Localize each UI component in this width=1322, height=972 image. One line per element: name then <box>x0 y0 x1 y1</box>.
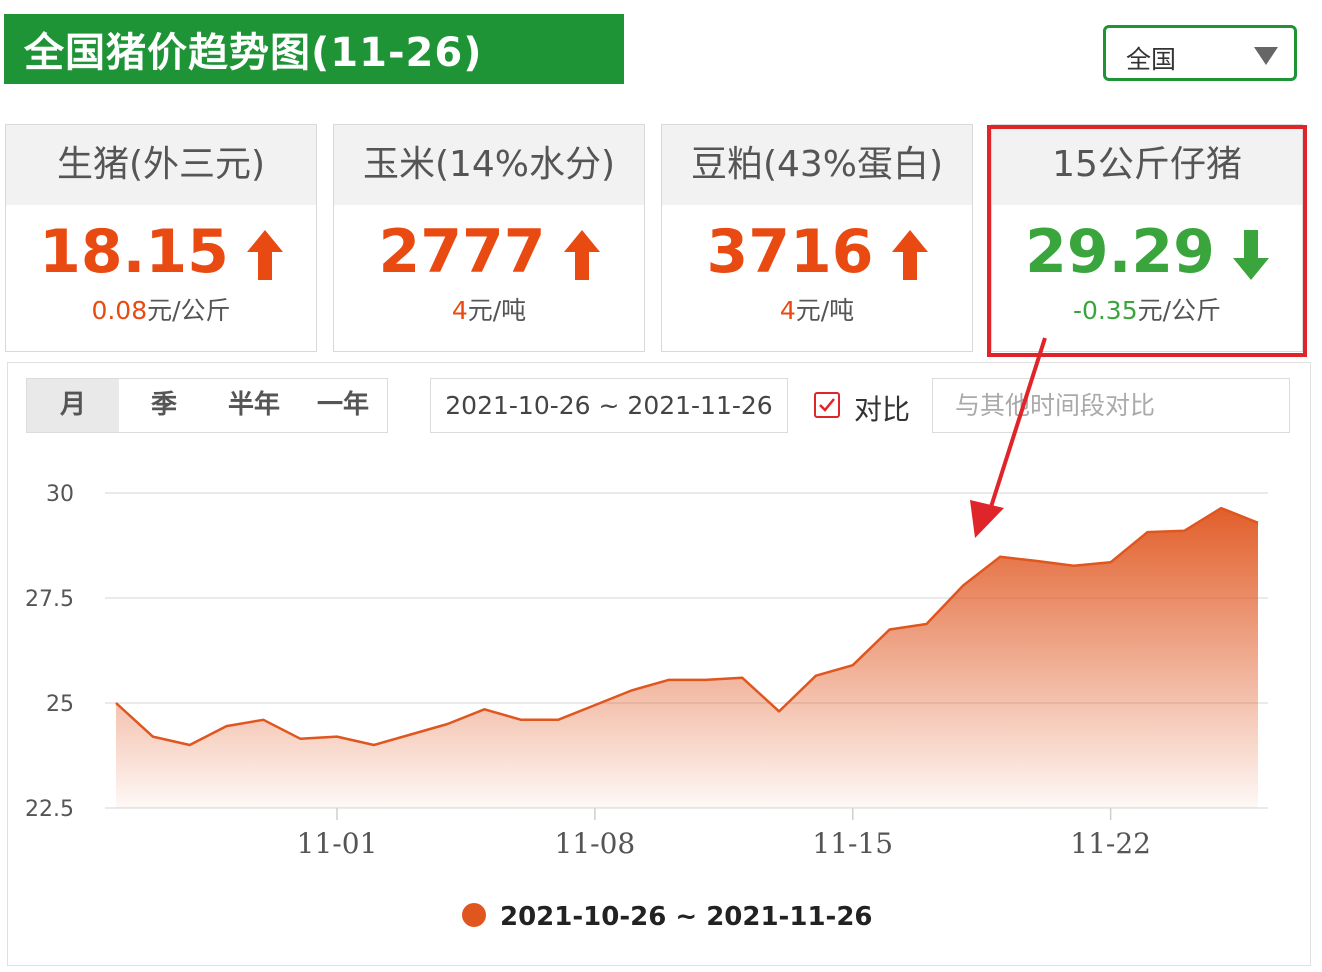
x-tick-label: 11-22 <box>1070 827 1151 860</box>
annotation-arrow-head <box>970 500 1004 538</box>
price-chart: 22.5 25 27.5 30 11-01 11-08 11-15 11-22 2021-10-… <box>25 337 1268 932</box>
x-tick-label: 11-08 <box>555 827 636 860</box>
y-tick-label: 25 <box>46 692 74 717</box>
y-tick-label: 22.5 <box>25 797 74 822</box>
y-tick-label: 27.5 <box>25 587 74 612</box>
legend-label: 2021-10-26 ~ 2021-11-26 <box>500 902 873 932</box>
x-tick-label: 11-15 <box>812 827 893 860</box>
series-area <box>116 508 1258 808</box>
annotation-arrow-shaft <box>988 337 1047 511</box>
legend-marker <box>462 903 486 927</box>
y-tick-label: 30 <box>46 482 74 507</box>
x-tick-label: 11-01 <box>297 827 378 860</box>
